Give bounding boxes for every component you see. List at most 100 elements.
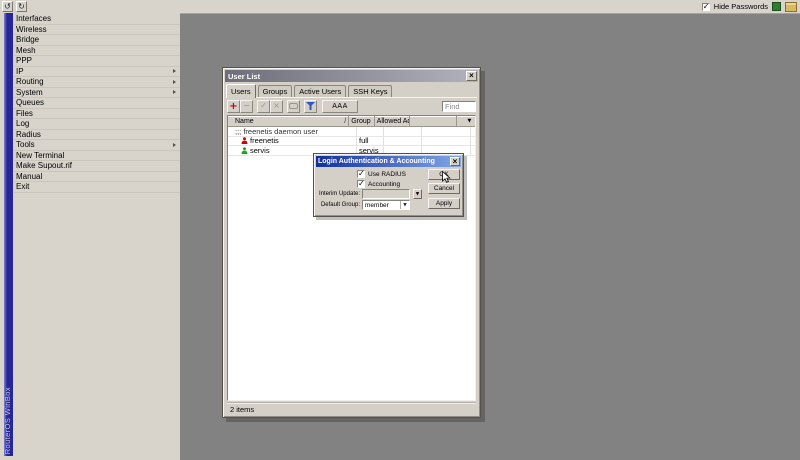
enable-user-button[interactable]: ✓ xyxy=(257,100,270,113)
sidebar-item-log[interactable]: Log xyxy=(14,119,180,130)
user-list-toolbar: + − ✓ × AAA xyxy=(227,99,476,113)
filter-button[interactable] xyxy=(304,100,317,113)
column-header-spacer xyxy=(410,116,456,126)
interim-update-dropdown-button[interactable]: ▼ xyxy=(413,189,422,199)
status-bar: 2 items xyxy=(227,402,476,415)
column-label: Name xyxy=(235,118,254,125)
user-list-tabs: Users Groups Active Users SSH Keys xyxy=(226,84,477,98)
sidebar-item-files[interactable]: Files xyxy=(14,109,180,120)
sidebar-item-label: Queues xyxy=(16,98,44,107)
table-row-comment[interactable]: ;;; freenetis daemon user xyxy=(228,127,475,137)
sidebar-item-label: PPP xyxy=(16,56,32,65)
sidebar-item-label: Log xyxy=(16,119,29,128)
sidebar-menu: Interfaces Wireless Bridge Mesh PPP IP R… xyxy=(14,14,180,193)
row-spacer-cell xyxy=(471,137,475,146)
column-header-name[interactable]: Name/ xyxy=(228,116,349,126)
column-label: Group xyxy=(351,118,370,125)
row-spacer-cell xyxy=(471,127,475,136)
row-spacer-cell xyxy=(422,127,471,136)
row-group-cell: full xyxy=(357,137,384,146)
chevron-down-icon: ▼ xyxy=(416,192,419,197)
window-title: User List xyxy=(228,72,260,81)
disable-user-button[interactable]: × xyxy=(270,100,283,113)
user-icon xyxy=(241,137,248,144)
column-header-group[interactable]: Group xyxy=(349,116,374,126)
user-list-titlebar[interactable]: User List × xyxy=(225,70,478,82)
column-label: Allowed Addr... xyxy=(377,118,411,125)
dialog-titlebar[interactable]: Login Authentication & Accounting × xyxy=(316,156,461,167)
sidebar-item-queues[interactable]: Queues xyxy=(14,98,180,109)
find-input[interactable] xyxy=(442,101,476,112)
close-icon[interactable]: × xyxy=(450,157,460,166)
sidebar-item-make-supout[interactable]: Make Supout.rif xyxy=(14,161,180,172)
close-icon[interactable]: × xyxy=(466,71,477,81)
check-icon: ✓ xyxy=(260,102,267,110)
plus-icon: + xyxy=(229,102,237,111)
accounting-checkbox[interactable]: ✓ xyxy=(357,180,365,188)
sidebar-item-label: Mesh xyxy=(16,46,36,55)
remove-user-button[interactable]: − xyxy=(240,100,253,113)
sidebar-item-label: Make Supout.rif xyxy=(16,161,72,170)
default-group-label: Default Group: xyxy=(314,202,360,208)
sidebar-item-ppp[interactable]: PPP xyxy=(14,56,180,67)
row-name-text: servis xyxy=(250,146,270,155)
connection-indicator-icon xyxy=(772,2,781,11)
row-allowed-cell xyxy=(384,137,422,146)
sidebar-item-new-terminal[interactable]: New Terminal xyxy=(14,151,180,162)
tab-users[interactable]: Users xyxy=(226,84,256,98)
default-group-dropdown-button[interactable]: ▼ xyxy=(400,201,409,209)
sidebar-item-label: Radius xyxy=(16,130,41,139)
cancel-button[interactable]: Cancel xyxy=(428,183,460,194)
sidebar-item-mesh[interactable]: Mesh xyxy=(14,46,180,57)
redo-button[interactable]: ↻ xyxy=(16,1,27,12)
tab-groups[interactable]: Groups xyxy=(258,85,293,97)
sidebar-item-system[interactable]: System xyxy=(14,88,180,99)
column-options-button[interactable]: ▼ xyxy=(464,116,475,126)
sidebar-item-routing[interactable]: Routing xyxy=(14,77,180,88)
sidebar-item-label: Exit xyxy=(16,182,29,191)
sidebar-item-ip[interactable]: IP xyxy=(14,67,180,78)
user-list-window: User List × Users Groups Active Users SS… xyxy=(222,67,481,418)
chevron-down-icon: ▼ xyxy=(403,203,406,208)
sidebar-item-exit[interactable]: Exit xyxy=(14,182,180,193)
accounting-label: Accounting xyxy=(368,181,400,188)
ok-button[interactable]: OK xyxy=(428,169,460,180)
sidebar-item-label: Routing xyxy=(16,77,44,86)
add-user-button[interactable]: + xyxy=(227,100,240,113)
hide-passwords-label: Hide Passwords xyxy=(714,2,768,11)
lock-icon xyxy=(785,2,797,12)
aaa-button[interactable]: AAA xyxy=(322,100,358,113)
winbox-app: ↺ ↻ ✓ Hide Passwords RouterOS WinBox Int… xyxy=(0,0,800,460)
user-icon xyxy=(241,147,248,154)
table-row-freenetis[interactable]: freenetis full xyxy=(228,137,475,147)
comment-button[interactable] xyxy=(287,100,300,113)
sidebar: RouterOS WinBox Interfaces Wireless Brid… xyxy=(0,13,180,460)
sidebar-item-interfaces[interactable]: Interfaces xyxy=(14,14,180,25)
sidebar-item-tools[interactable]: Tools xyxy=(14,140,180,151)
accounting-row: ✓ Accounting xyxy=(357,180,400,188)
undo-button[interactable]: ↺ xyxy=(2,1,13,12)
use-radius-checkbox[interactable]: ✓ xyxy=(357,170,365,178)
column-header-spacer xyxy=(457,116,464,126)
tab-ssh-keys[interactable]: SSH Keys xyxy=(348,85,392,97)
comment-icon xyxy=(289,103,298,110)
default-group-field[interactable]: member ▼ xyxy=(362,200,410,210)
sidebar-item-manual[interactable]: Manual xyxy=(14,172,180,183)
column-header-allowed-address[interactable]: Allowed Addr... xyxy=(375,116,411,126)
sidebar-item-wireless[interactable]: Wireless xyxy=(14,25,180,36)
interim-update-field xyxy=(362,189,410,199)
interim-update-label: Interim Update: xyxy=(314,191,360,197)
use-radius-label: Use RADIUS xyxy=(368,171,406,178)
sidebar-item-label: Tools xyxy=(16,140,35,149)
dialog-title: Login Authentication & Accounting xyxy=(318,158,435,165)
tab-active-users[interactable]: Active Users xyxy=(294,85,346,97)
sidebar-item-radius[interactable]: Radius xyxy=(14,130,180,141)
apply-button[interactable]: Apply xyxy=(428,198,460,209)
sidebar-item-label: Bridge xyxy=(16,35,39,44)
sidebar-item-label: Interfaces xyxy=(16,14,51,23)
hide-passwords-checkbox[interactable]: ✓ xyxy=(702,3,710,11)
row-name-text: freenetis xyxy=(250,137,279,146)
table-header: Name/ Group Allowed Addr... ▼ xyxy=(228,116,475,127)
row-comment-text: ;;; freenetis daemon user xyxy=(228,127,357,136)
sidebar-item-bridge[interactable]: Bridge xyxy=(14,35,180,46)
